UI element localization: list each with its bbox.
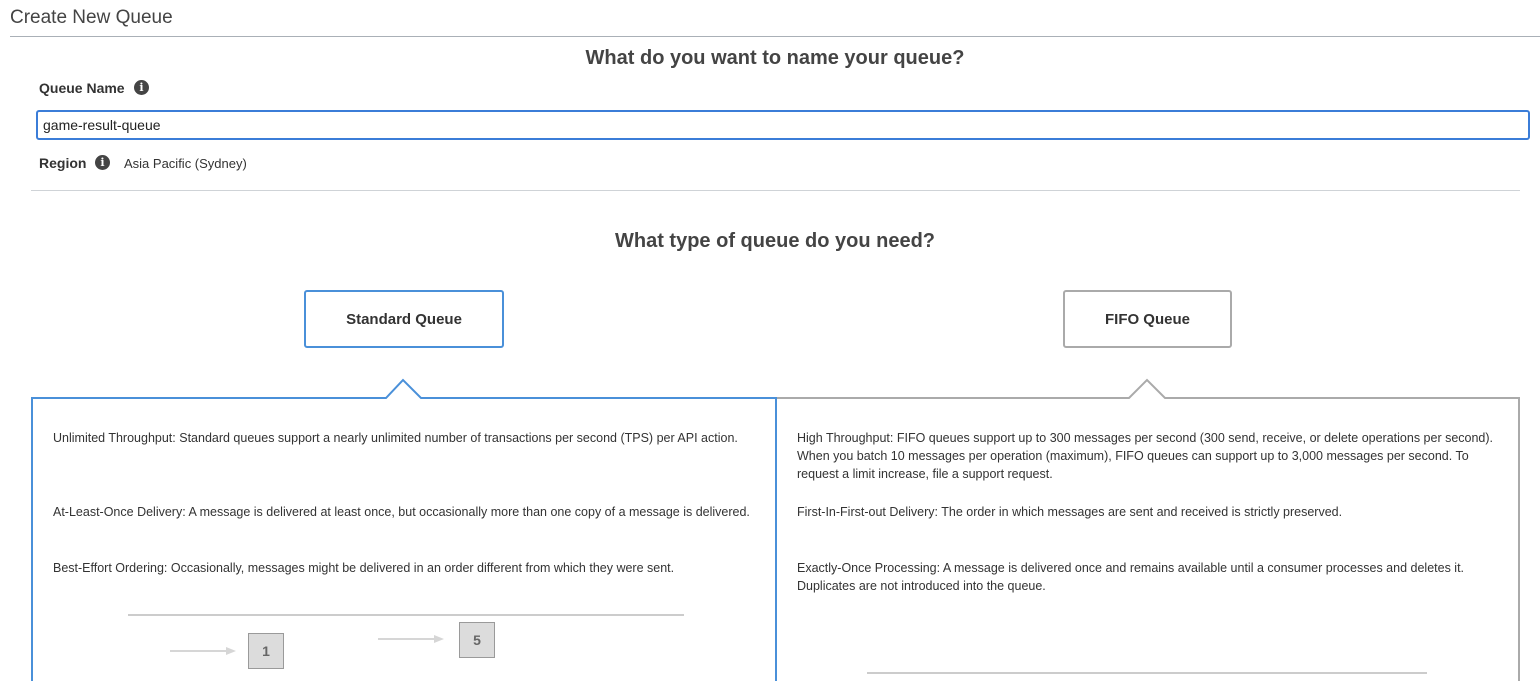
message-box: 5 bbox=[459, 622, 495, 658]
standard-feature-delivery: At-Least-Once Delivery: A message is del… bbox=[53, 505, 750, 519]
standard-feature-ordering: Best-Effort Ordering: Occasionally, mess… bbox=[53, 561, 675, 575]
fifo-feature-processing: Exactly-Once Processing: A message is de… bbox=[797, 561, 1465, 593]
create-queue-page: Create New Queue What do you want to nam… bbox=[0, 0, 1540, 681]
arrow-right-icon bbox=[170, 647, 236, 655]
standard-feature-throughput: Unlimited Throughput: Standard queues su… bbox=[53, 431, 738, 445]
standard-panel-border bbox=[31, 378, 777, 681]
fifo-feature-throughput: High Throughput: FIFO queues support up … bbox=[797, 431, 1494, 481]
fifo-feature-delivery: First-In-First-out Delivery: The order i… bbox=[797, 505, 1343, 519]
arrow-right-icon bbox=[378, 635, 444, 643]
fifo-panel-border bbox=[776, 378, 1520, 681]
message-box: 1 bbox=[248, 633, 284, 669]
